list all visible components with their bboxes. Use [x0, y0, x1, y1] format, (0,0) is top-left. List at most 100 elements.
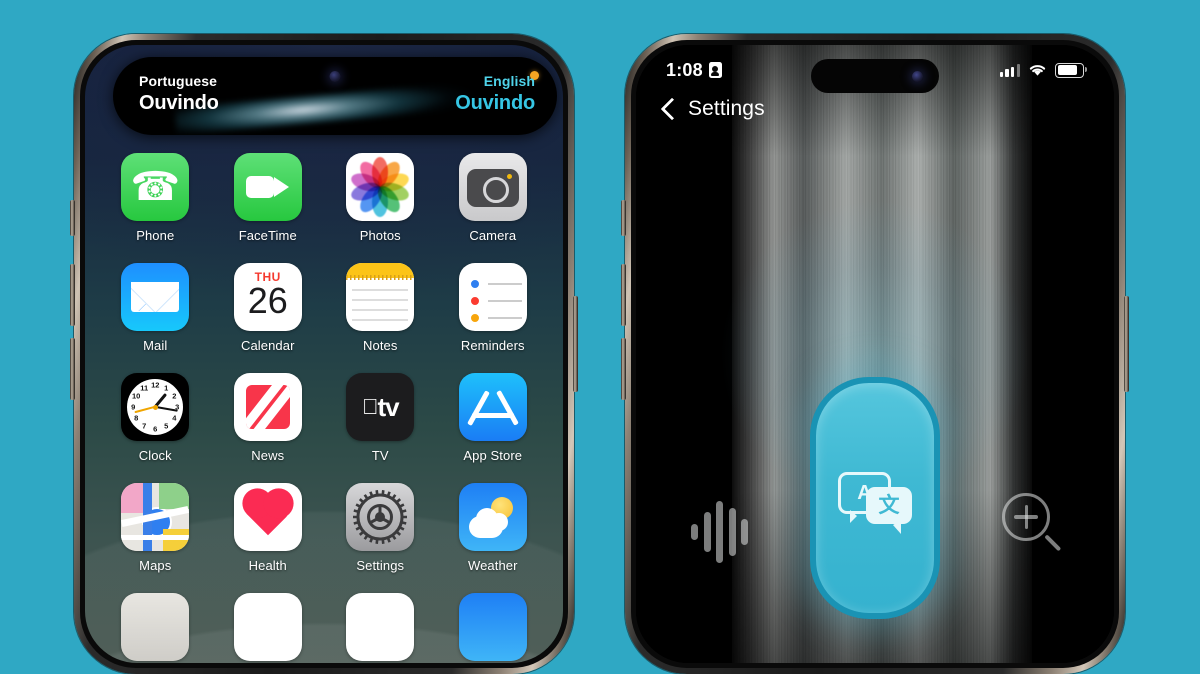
app-row: Maps Health Settings Weather — [85, 483, 563, 573]
app-label: Camera — [469, 228, 517, 243]
app-mail[interactable]: Mail — [113, 263, 197, 353]
app-label: Photos — [359, 228, 401, 243]
mail-icon — [121, 263, 190, 331]
maps-icon — [121, 483, 190, 551]
maps-park — [159, 483, 190, 509]
source-text: Ouvindo — [139, 92, 219, 114]
bubble-target-glyph: 文 — [878, 494, 900, 517]
app-notes[interactable]: Notes — [338, 263, 422, 353]
live-translation-banner[interactable]: Portuguese Ouvindo English Ouvindo — [113, 57, 557, 135]
app-news[interactable]: News — [226, 373, 310, 463]
power-button[interactable] — [573, 296, 578, 392]
app-weather[interactable]: Weather — [451, 483, 535, 573]
notes-icon — [346, 263, 415, 331]
front-camera-icon — [329, 71, 341, 82]
volume-up-button[interactable] — [621, 264, 626, 326]
target-language-block: English Ouvindo — [455, 73, 535, 116]
app-label: Reminders — [460, 338, 525, 353]
volume-down-button[interactable] — [621, 338, 626, 400]
power-button[interactable] — [1124, 296, 1129, 392]
source-language-label: Portuguese — [139, 73, 218, 89]
app-label: Maps — [139, 558, 172, 573]
weather-icon — [458, 483, 527, 551]
back-button[interactable]: Settings — [660, 97, 765, 121]
status-indicators — [999, 62, 1087, 78]
left-phone-screen: Portuguese Ouvindo English Ouvindo ☎ Pho… — [85, 45, 563, 663]
app-label: Mail — [143, 338, 168, 353]
app-facetime[interactable]: FaceTime — [226, 153, 310, 243]
app-health[interactable]: Health — [226, 483, 310, 573]
status-time-group: 1:08 — [666, 60, 722, 81]
app-reminders[interactable]: Reminders — [451, 263, 535, 353]
app-label: Weather — [467, 558, 518, 573]
right-iphone-device: 1:08 Settings A 文 — [621, 34, 1129, 674]
battery-icon — [1055, 62, 1087, 78]
clock-numeral: 8 — [134, 413, 139, 423]
app-photos[interactable]: Photos — [338, 153, 422, 243]
app-label: Calendar — [240, 338, 295, 353]
app-calendar[interactable]: THU 26 Calendar — [226, 263, 310, 353]
maps-block — [163, 529, 190, 551]
app-label: Phone — [136, 228, 175, 243]
app-label: Health — [248, 558, 287, 573]
app-partial[interactable] — [338, 593, 422, 661]
app-label: TV — [371, 448, 389, 463]
clock-numeral: 3 — [175, 402, 180, 412]
app-label: Settings — [356, 558, 405, 573]
screenshot-canvas: Portuguese Ouvindo English Ouvindo ☎ Pho… — [0, 0, 1200, 674]
app-partial[interactable] — [226, 593, 310, 661]
app-camera[interactable]: Camera — [451, 153, 535, 243]
clock-numeral: 9 — [131, 402, 136, 412]
app-row: ☎ Phone FaceTime Photos Camera — [85, 153, 563, 243]
calendar-day-number: 26 — [247, 280, 288, 321]
camera-icon — [458, 153, 527, 221]
tv-glyph: tv — [369, 391, 399, 422]
news-icon — [233, 373, 302, 441]
app-phone[interactable]: ☎ Phone — [113, 153, 197, 243]
gear-icon — [353, 490, 408, 544]
app-row: 123456789101112 Clock News tv TV — [85, 373, 563, 463]
settings-icon — [346, 483, 415, 551]
status-time: 1:08 — [666, 59, 703, 80]
action-button-side[interactable] — [621, 200, 626, 236]
app-grid: ☎ Phone FaceTime Photos Camera Mail THU … — [85, 153, 563, 663]
tv-icon: tv — [346, 373, 415, 441]
clock-numeral: 4 — [172, 413, 177, 423]
app-label: FaceTime — [238, 228, 297, 243]
app-store-icon — [458, 373, 527, 441]
maps-road — [121, 535, 190, 540]
app-partial[interactable] — [113, 593, 197, 661]
volume-down-button[interactable] — [70, 338, 75, 400]
action-button-side[interactable] — [70, 200, 75, 236]
clock-numeral: 10 — [132, 391, 141, 401]
dynamic-island[interactable] — [811, 59, 939, 93]
translate-action-button[interactable]: A 文 — [810, 377, 940, 619]
left-iphone-device: Portuguese Ouvindo English Ouvindo ☎ Pho… — [70, 34, 578, 674]
signal-bars-icon — [999, 63, 1020, 77]
clock-numeral: 2 — [172, 391, 177, 401]
app-label: Notes — [363, 338, 398, 353]
app-partial[interactable] — [451, 593, 535, 661]
source-language-block: Portuguese Ouvindo — [139, 73, 219, 116]
clock-numeral: 5 — [164, 421, 169, 431]
app-settings[interactable]: Settings — [338, 483, 422, 573]
clock-numeral: 1 — [164, 383, 169, 393]
app-row: Mail THU 26 Calendar Notes Reminders — [85, 263, 563, 353]
app-maps[interactable]: Maps — [113, 483, 197, 573]
volume-up-button[interactable] — [70, 264, 75, 326]
sound-waveform-icon[interactable] — [691, 497, 748, 567]
clock-icon: 1 2 3 4 5 6 7 8 9 10 11 12 — [121, 373, 190, 441]
app-label: News — [251, 448, 285, 463]
target-language-label: English — [483, 73, 535, 89]
app-clock[interactable]: 1 2 3 4 5 6 7 8 9 10 11 12 Clock — [113, 373, 197, 463]
translate-icon: A 文 — [838, 472, 912, 534]
facetime-icon — [233, 153, 302, 221]
calendar-icon: THU 26 — [233, 263, 302, 331]
app-app-store[interactable]: App Store — [451, 373, 535, 463]
magnifier-zoom-in-icon[interactable] — [1002, 493, 1062, 553]
wifi-icon — [1029, 65, 1046, 76]
app-tv[interactable]: tv TV — [338, 373, 422, 463]
app-label: App Store — [463, 448, 523, 463]
target-text: Ouvindo — [455, 92, 535, 114]
right-phone-screen: 1:08 Settings A 文 — [636, 45, 1114, 663]
